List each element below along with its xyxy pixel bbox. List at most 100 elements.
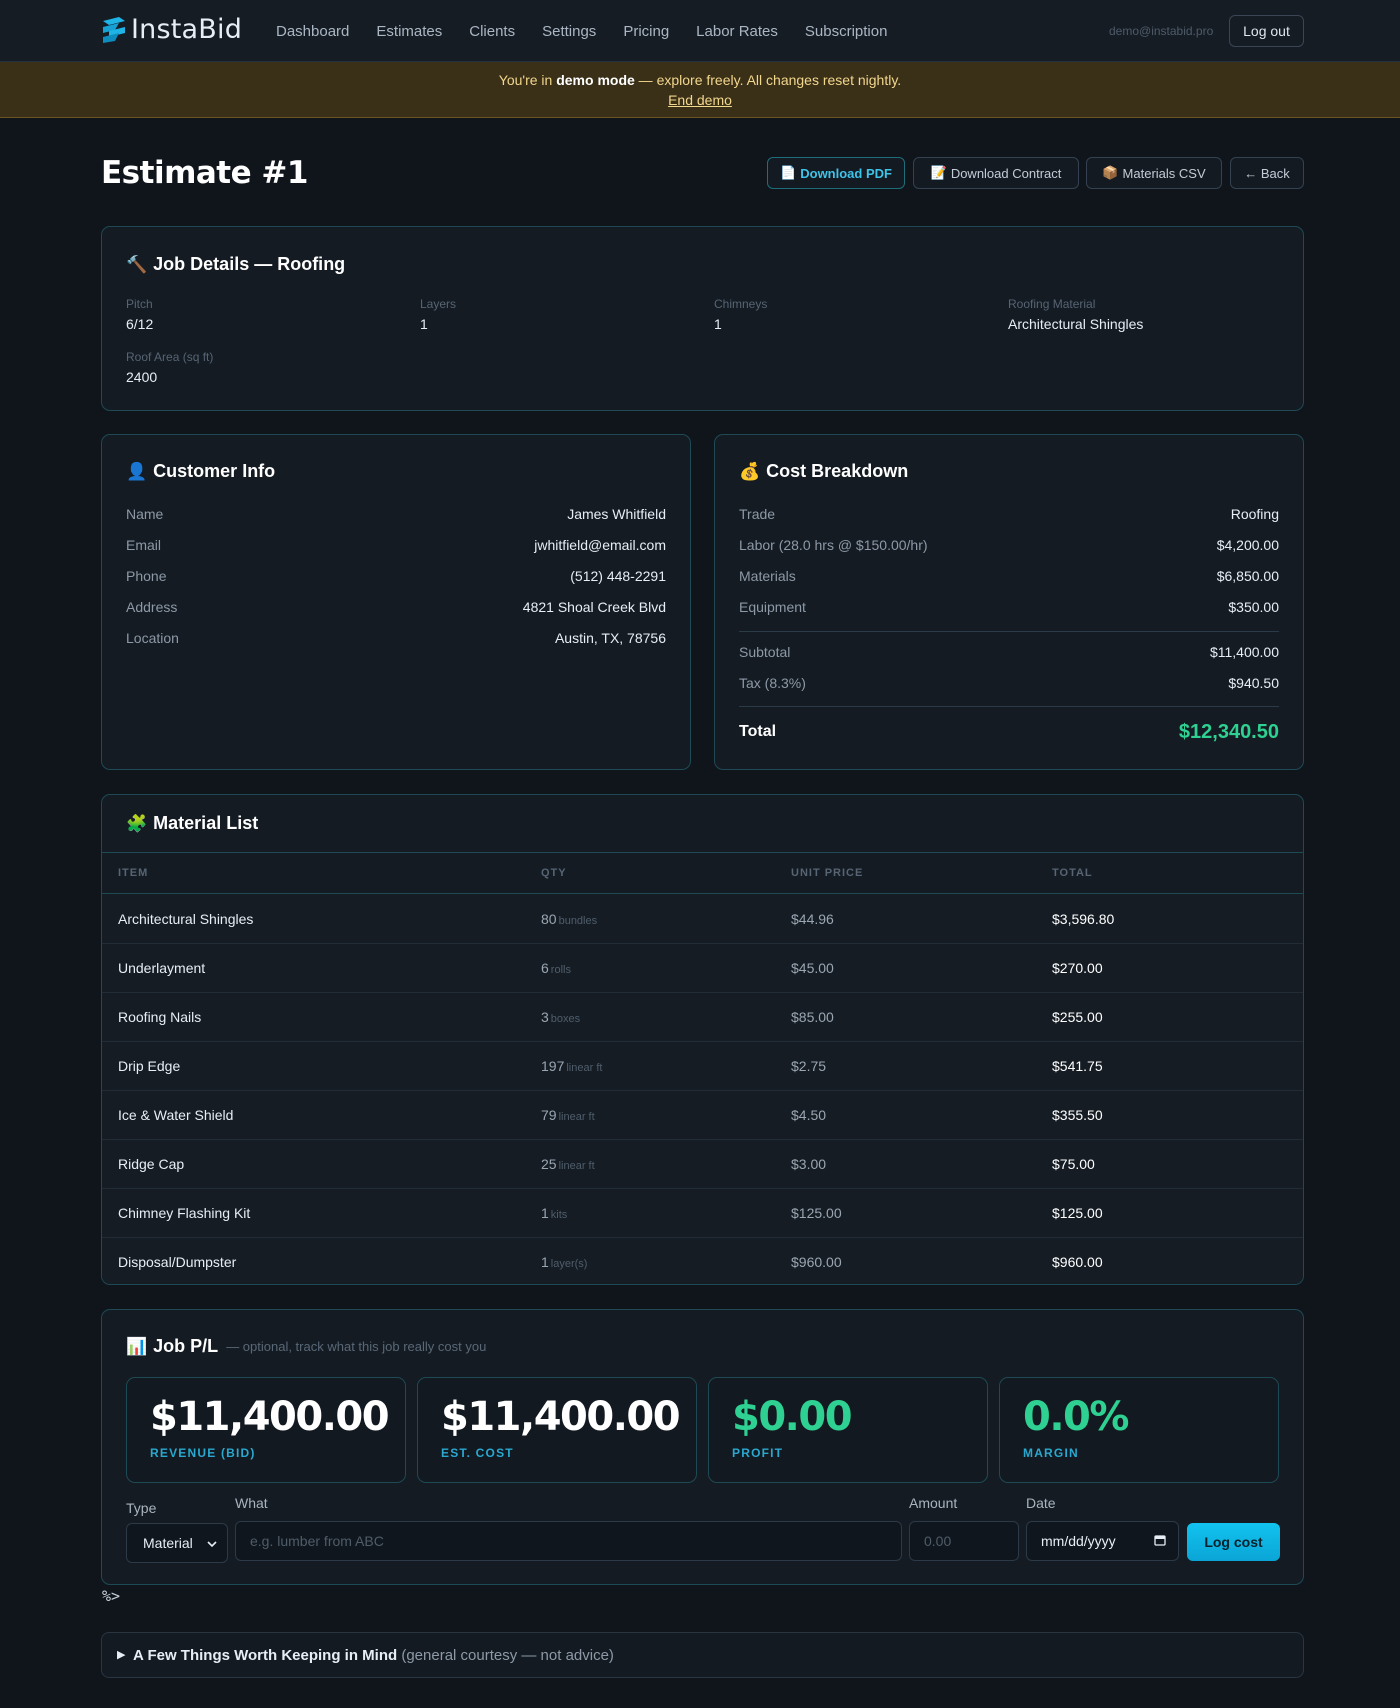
date-input[interactable]: mm/dd/yyyy [1026,1521,1179,1561]
cell-total: $125.00 [1052,1205,1103,1221]
field-value: 6/12 [126,316,154,332]
customer-row-email: Email jwhitfield@email.com [126,537,666,557]
demo-suffix: — explore freely. All changes reset nigh… [634,72,902,88]
job-field-pitch: Pitch 6/12 [126,297,153,332]
cell-qty: 3 boxes [541,1009,580,1025]
nav-link-pricing[interactable]: Pricing [623,23,669,40]
tips-summary: A Few Things Worth Keeping in Mind (gene… [133,1647,614,1664]
cell-unit-price: $85.00 [791,1009,834,1025]
cell-qty: 6 rolls [541,960,571,976]
job-details-card: 🔨 Job Details — Roofing Pitch 6/12 Layers… [101,226,1304,411]
demo-prefix: You're in [498,72,557,88]
calendar-icon[interactable] [1154,1533,1166,1549]
row-value: (512) 448-2291 [570,568,666,584]
chevron-down-icon [207,1535,217,1551]
back-button[interactable]: ← Back [1230,157,1304,189]
qty-unit: rolls [550,964,571,976]
cell-total: $255.00 [1052,1009,1103,1025]
tips-disclosure[interactable]: ▶ A Few Things Worth Keeping in Mind (ge… [101,1632,1304,1678]
cell-item: Drip Edge [118,1058,181,1074]
download-contract-button[interactable]: 📝 Download Contract [913,157,1079,189]
cost-row-tax: Tax (8.3%) $940.50 [739,675,1279,695]
row-key: Subtotal [739,644,791,660]
divider [739,706,1279,707]
stat-label: EST. COST [441,1446,514,1460]
stat-value: 0.0% [1023,1394,1129,1440]
demo-mode-label: demo mode [556,72,635,88]
page-title: Estimate #1 [101,155,308,191]
nav-link-clients[interactable]: Clients [469,23,515,40]
cell-total: $75.00 [1052,1156,1095,1172]
row-value: $11,400.00 [1209,644,1279,660]
row-key: Email [126,537,162,553]
stat-value: $0.00 [732,1394,853,1440]
qty-unit: linear ft [566,1062,603,1074]
field-label: Layers [420,297,457,311]
qty-value: 80 [541,911,557,927]
top-nav: InstaBid Dashboard Estimates Clients Set… [0,0,1400,62]
date-input-value: mm/dd/yyyy [1041,1533,1116,1549]
qty-value: 6 [541,960,549,976]
stat-revenue: $11,400.00 REVENUE (BID) [126,1377,406,1483]
download-pdf-button[interactable]: 📄 Download PDF [767,157,905,189]
job-details-title: 🔨 Job Details — Roofing [126,254,345,275]
material-list-title: 🧩 Material List [126,813,258,834]
row-key: Name [126,506,164,522]
col-header-qty: QTY [541,867,567,879]
customer-info-card: 👤 Customer Info Name James Whitfield Email… [101,434,691,770]
table-row: Ridge Cap 25 linear ft $3.00 $75.00 [102,1140,1303,1189]
hammer-icon: 🔨 [126,254,148,274]
nav-link-subscription[interactable]: Subscription [805,23,888,40]
what-label: What [235,1495,268,1511]
date-label: Date [1026,1495,1056,1511]
row-key: Labor (28.0 hrs @ $150.00/hr) [739,537,928,553]
stat-label: MARGIN [1023,1446,1079,1460]
what-input[interactable] [235,1521,902,1561]
brand[interactable]: InstaBid [101,14,242,45]
customer-info-title: 👤 Customer Info [126,461,275,482]
cell-qty: 80 bundles [541,911,597,927]
divider [739,631,1279,632]
job-field-roofing-material: Roofing Material Architectural Shingles [1008,297,1143,332]
qty-unit: bundles [558,915,598,927]
end-demo-link[interactable]: End demo [668,92,732,108]
nav-link-settings[interactable]: Settings [542,23,596,40]
cell-qty: 79 linear ft [541,1107,595,1123]
cell-unit-price: $4.50 [791,1107,827,1123]
cell-unit-price: $44.96 [791,911,834,927]
amount-input[interactable] [909,1521,1019,1561]
nav-link-estimates[interactable]: Estimates [376,23,442,40]
field-value: Architectural Shingles [1008,316,1144,332]
table-row: Architectural Shingles 80 bundles $44.96 $3,… [102,895,1303,944]
field-label: Roofing Material [1008,297,1096,311]
row-value: jwhitfield@email.com [534,537,666,553]
type-select[interactable]: Material [126,1523,228,1563]
field-value: 1 [714,316,722,332]
cell-item: Roofing Nails [118,1009,202,1025]
cell-unit-price: $2.75 [791,1058,827,1074]
stat-label: REVENUE (BID) [150,1446,256,1460]
cell-item: Ridge Cap [118,1156,185,1172]
qty-value: 1 [541,1254,549,1270]
qty-value: 1 [541,1205,549,1221]
qty-unit: linear ft [558,1111,595,1123]
row-value: $940.50 [1228,675,1279,691]
row-value: 4821 Shoal Creek Blvd [522,599,666,615]
demo-banner: You're in demo mode — explore freely. Al… [0,62,1400,118]
table-row: Drip Edge 197 linear ft $2.75 $541.75 [102,1042,1303,1091]
download-contract-label: Download Contract [950,165,1062,181]
materials-csv-label: Materials CSV [1122,165,1206,181]
log-cost-button[interactable]: Log cost [1187,1523,1280,1561]
stat-est-cost: $11,400.00 EST. COST [417,1377,697,1483]
bar-chart-icon: 📊 [126,1336,148,1356]
materials-csv-button[interactable]: 📦 Materials CSV [1086,157,1222,189]
qty-unit: layer(s) [550,1258,588,1270]
cell-total: $960.00 [1052,1254,1103,1270]
nav-link-dashboard[interactable]: Dashboard [276,23,349,40]
nav-link-labor-rates[interactable]: Labor Rates [696,23,778,40]
row-value: $350.00 [1228,599,1279,615]
cell-total: $541.75 [1052,1058,1103,1074]
logout-button[interactable]: Log out [1229,15,1304,47]
row-key: Tax (8.3%) [739,675,806,691]
cost-row-total: Total $12,340.50 [739,719,1279,745]
